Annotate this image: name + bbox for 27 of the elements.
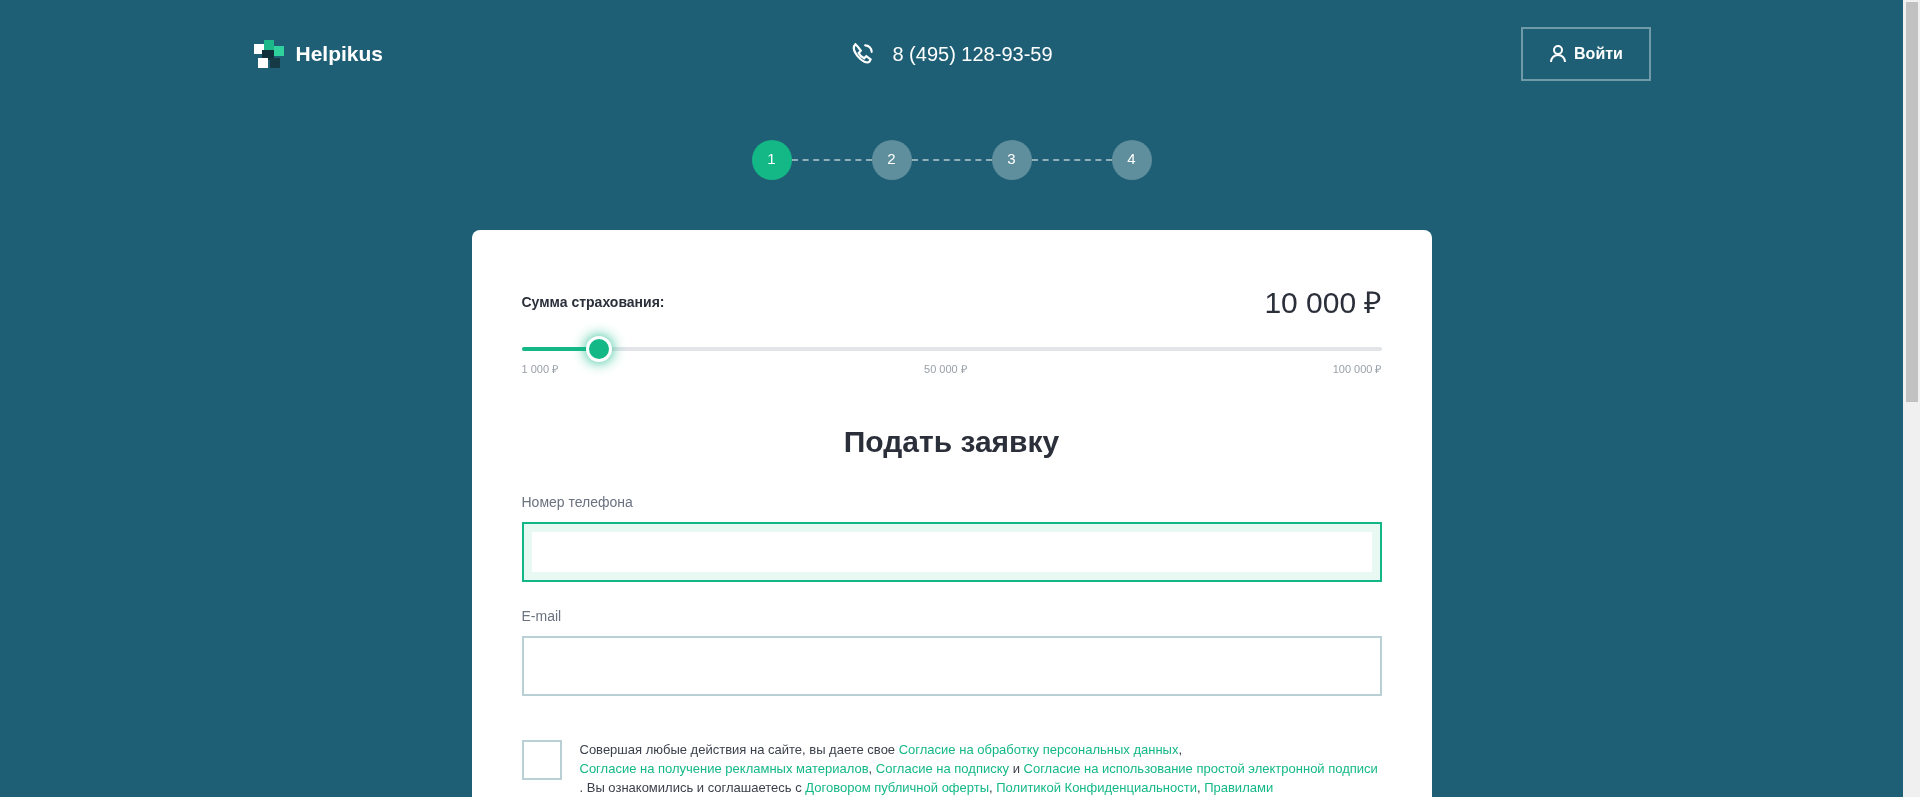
slider-tick-label: 1 000 ₽ <box>521 361 559 377</box>
step-indicator: 1 <box>751 139 792 180</box>
slider-tick-label: 50 000 ₽ <box>924 361 967 377</box>
consent-text: Совершая любые действия на сайте, вы даете свое Согласие на обработку персональных данных, Согласие на получение рекламных материалов, Согласие на подписку и Согласие на использование простой электронной подписи . Вы ознакомились и соглашаетесь с Договором публичной оферты, Политикой Конфиденциальности, Правилами <box>579 741 1379 797</box>
consent-checkbox[interactable] <box>521 740 562 780</box>
step-indicator: 3 <box>991 139 1032 180</box>
form-title: Подать заявку <box>842 424 1061 460</box>
amount-slider[interactable] <box>521 338 1382 359</box>
logo-text: Helpikus <box>295 41 384 67</box>
slider-tick-label: 100 000 ₽ <box>1332 361 1382 377</box>
user-icon <box>1550 44 1567 63</box>
consent-link[interactable]: Согласие на получение рекламных материалов <box>579 761 869 776</box>
input-field[interactable] <box>521 636 1382 696</box>
field-label: E-mail <box>521 608 562 624</box>
field-label: Номер телефона <box>521 494 633 510</box>
consent-link[interactable]: Правилами <box>1204 780 1274 795</box>
consent-link[interactable]: Политикой Конфиденциальности <box>996 780 1197 795</box>
input-field[interactable] <box>521 522 1382 582</box>
step-indicator: 4 <box>1111 139 1152 180</box>
step-indicator: 2 <box>871 139 912 180</box>
phone-number[interactable]: 8 (495) 128-93-59 <box>892 38 1053 69</box>
scrollbar[interactable] <box>1903 0 1920 797</box>
consent-link[interactable]: Согласие на использование простой электронной подписи <box>1023 761 1378 776</box>
insurance-label: Сумма страхования: <box>521 292 665 312</box>
consent-link[interactable]: Согласие на подписку <box>875 761 1009 776</box>
insurance-amount: 10 000 ₽ <box>1264 284 1382 321</box>
login-button[interactable]: Войти <box>1521 26 1652 81</box>
